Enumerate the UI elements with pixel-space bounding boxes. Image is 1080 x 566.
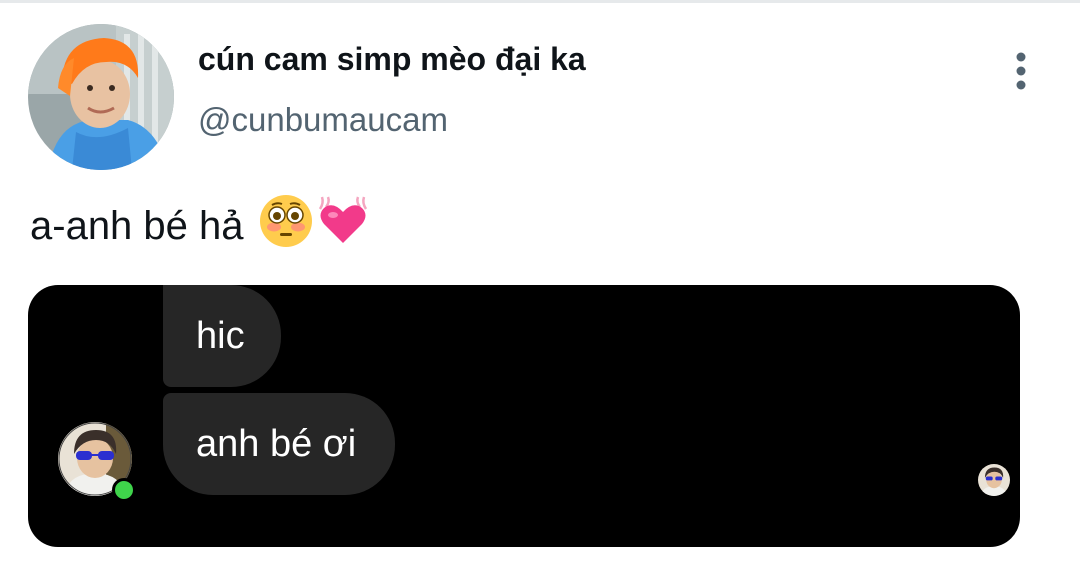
- author-avatar[interactable]: [28, 24, 174, 170]
- vibrating-heart-icon: [314, 193, 372, 259]
- vertical-ellipsis-icon: [1016, 52, 1026, 90]
- tweet-text-content: a-anh bé hả: [30, 203, 244, 248]
- more-options-button[interactable]: [1004, 50, 1038, 94]
- flushed-face-icon: [258, 193, 314, 259]
- tweet-screen: cún cam simp mèo đại ka @cunbumaucam a-a…: [0, 0, 1080, 566]
- top-divider: [0, 0, 1080, 3]
- author-handle[interactable]: @cunbumaucam: [198, 99, 448, 141]
- tweet-text: a-anh bé hả: [30, 195, 372, 254]
- message-bubble: hic: [163, 285, 281, 387]
- seen-indicator-avatar: [978, 464, 1010, 496]
- message-bubble: anh bé ơi: [163, 393, 395, 495]
- chat-screenshot-media[interactable]: hic anh bé ơi: [28, 285, 1020, 547]
- message-text: anh bé ơi: [196, 423, 357, 465]
- message-text: hic: [196, 315, 245, 357]
- author-display-name[interactable]: cún cam simp mèo đại ka: [198, 38, 586, 80]
- avatar-photo: [28, 24, 174, 170]
- online-status-dot: [112, 478, 136, 502]
